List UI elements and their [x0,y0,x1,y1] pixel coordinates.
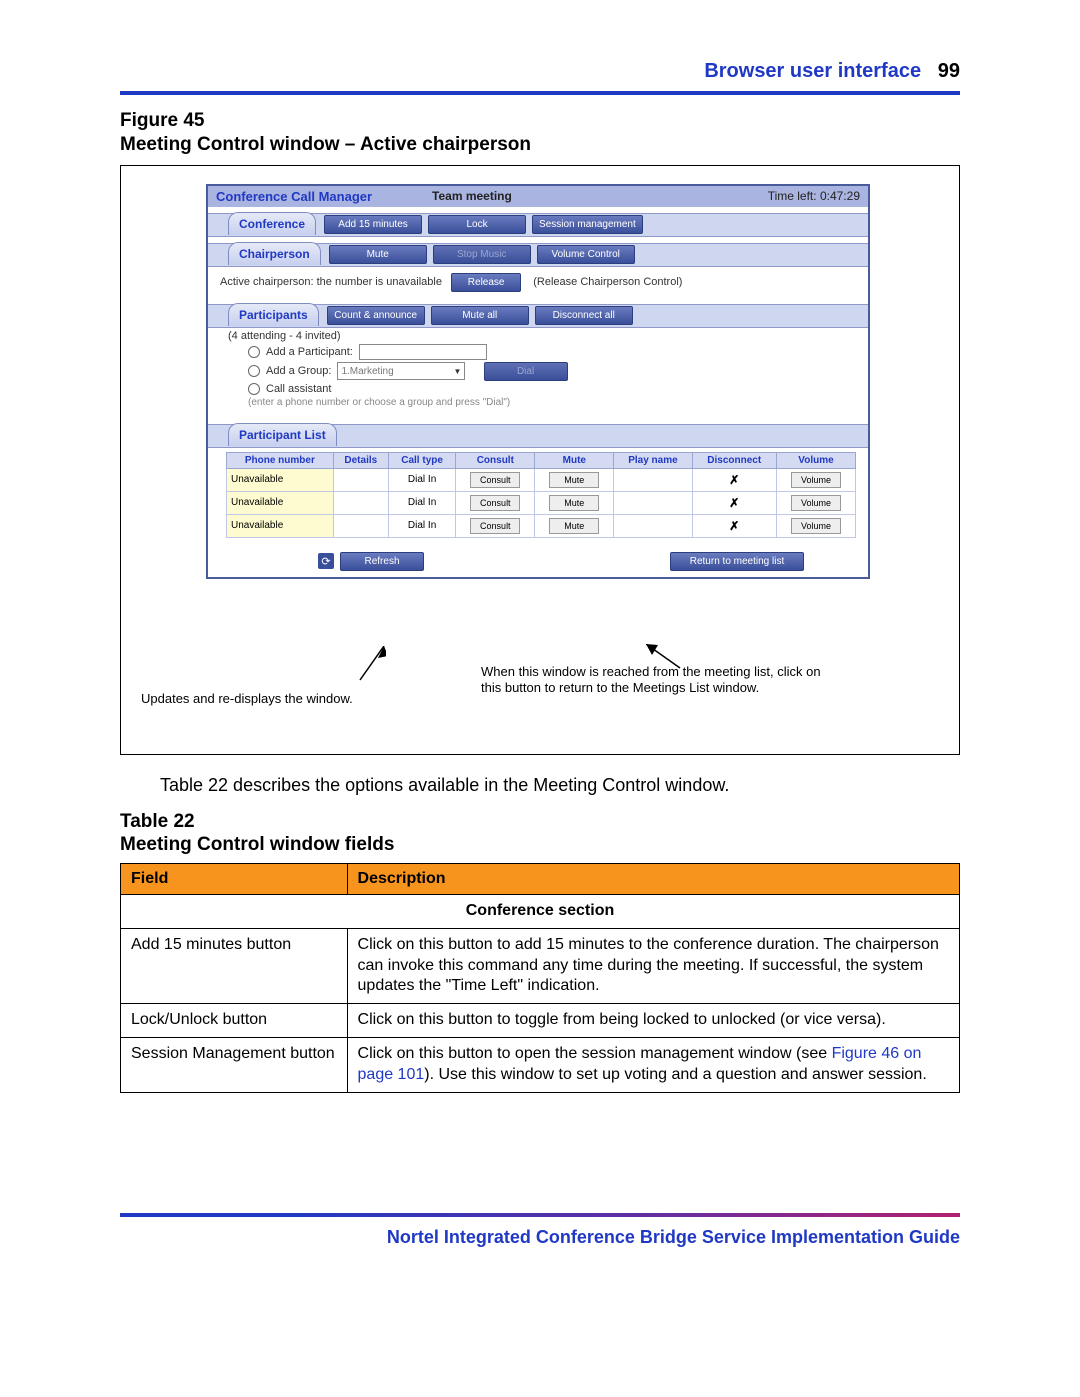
mute-button[interactable]: Mute [549,518,599,534]
consult-button[interactable]: Consult [470,518,520,534]
mute-button[interactable]: Mute [549,472,599,488]
tab-conference: Conference [228,212,316,235]
table-row: UnavailableDial InConsultMute✗Volume [227,468,856,491]
fields-table: Field Description Conference section Add… [120,863,960,1093]
group-select[interactable]: 1.Marketing ▼ [337,362,465,380]
tab-chairperson: Chairperson [228,242,321,265]
col-disconnect: Disconnect [692,452,776,468]
table-row: UnavailableDial InConsultMute✗Volume [227,491,856,514]
page-number: 99 [938,60,960,82]
consult-button[interactable]: Consult [470,495,520,511]
radio-add-participant[interactable] [248,346,260,358]
chairperson-body: Active chairperson: the number is unavai… [208,267,868,298]
refresh-annotation: Updates and re-displays the window. [141,691,441,707]
release-desc: (Release Chairperson Control) [533,276,682,288]
stop-music-button[interactable]: Stop Music [433,245,531,264]
app-brand: Conference Call Manager [216,189,372,204]
figure-label: Figure 45 [120,110,204,131]
attending-count: (4 attending - 4 invited) [228,330,856,342]
session-management-button[interactable]: Session management [532,215,643,234]
tab-participant-list: Participant List [228,423,337,446]
col-phone: Phone number [227,452,334,468]
radio-add-group[interactable] [248,365,260,377]
dial-button[interactable]: Dial [484,362,568,381]
col-calltype: Call type [388,452,455,468]
paragraph: Table 22 describes the options available… [160,775,960,796]
mute-button[interactable]: Mute [549,495,599,511]
return-annotation: When this window is reached from the mee… [481,664,821,697]
chair-mute-button[interactable]: Mute [329,245,427,264]
divider [120,91,960,95]
disconnect-icon[interactable]: ✗ [729,473,739,487]
doc-footer: Nortel Integrated Conference Bridge Serv… [120,1227,960,1248]
window-titlebar: Conference Call Manager Team meeting Tim… [208,186,868,207]
volume-button[interactable]: Volume [791,518,841,534]
refresh-button[interactable]: Refresh [340,552,424,571]
conference-section-row: Conference section [121,895,960,929]
table-label: Table 22 [120,811,195,832]
col-field: Field [121,864,348,895]
add-participant-label: Add a Participant: [266,346,353,358]
release-button[interactable]: Release [451,273,521,292]
volume-button[interactable]: Volume [791,472,841,488]
volume-button[interactable]: Volume [791,495,841,511]
consult-button[interactable]: Consult [470,472,520,488]
figure-caption: Meeting Control window – Active chairper… [120,134,531,155]
chevron-down-icon: ▼ [454,367,462,376]
time-left: Time left: 0:47:29 [768,189,860,203]
disconnect-all-button[interactable]: Disconnect all [535,306,633,325]
participant-table: Phone number Details Call type Consult M… [226,452,856,538]
col-playname: Play name [614,452,692,468]
col-consult: Consult [456,452,535,468]
add-participant-input[interactable] [359,344,487,360]
divider [120,1213,960,1217]
chair-volume-button[interactable]: Volume Control [537,245,635,264]
table-row: UnavailableDial InConsultMute✗Volume [227,514,856,537]
chairperson-status: Active chairperson: the number is unavai… [220,276,442,288]
screenshot-container: Conference Call Manager Team meeting Tim… [120,165,960,755]
dial-hint: (enter a phone number or choose a group … [248,397,856,408]
add-15-minutes-button[interactable]: Add 15 minutes [324,215,422,234]
mute-all-button[interactable]: Mute all [431,306,529,325]
disconnect-icon[interactable]: ✗ [729,519,739,533]
table-caption: Meeting Control window fields [120,834,394,855]
refresh-icon[interactable]: ⟳ [318,553,334,569]
tab-participants: Participants [228,303,319,326]
breadcrumb: Browser user interface [704,60,921,82]
col-mute: Mute [535,452,614,468]
col-description: Description [347,864,959,895]
col-volume: Volume [776,452,855,468]
call-assistant-label: Call assistant [266,383,331,395]
conference-call-manager: Conference Call Manager Team meeting Tim… [206,184,870,579]
col-details: Details [333,452,388,468]
disconnect-icon[interactable]: ✗ [729,496,739,510]
table-row: Lock/Unlock button Click on this button … [121,1004,960,1038]
meeting-name: Team meeting [432,189,512,203]
radio-call-assistant[interactable] [248,383,260,395]
lock-button[interactable]: Lock [428,215,526,234]
return-to-meeting-list-button[interactable]: Return to meeting list [670,552,804,571]
table-row: Session Management button Click on this … [121,1037,960,1092]
count-announce-button[interactable]: Count & announce [327,306,425,325]
table-row: Add 15 minutes button Click on this butt… [121,928,960,1003]
add-group-label: Add a Group: [266,365,331,377]
